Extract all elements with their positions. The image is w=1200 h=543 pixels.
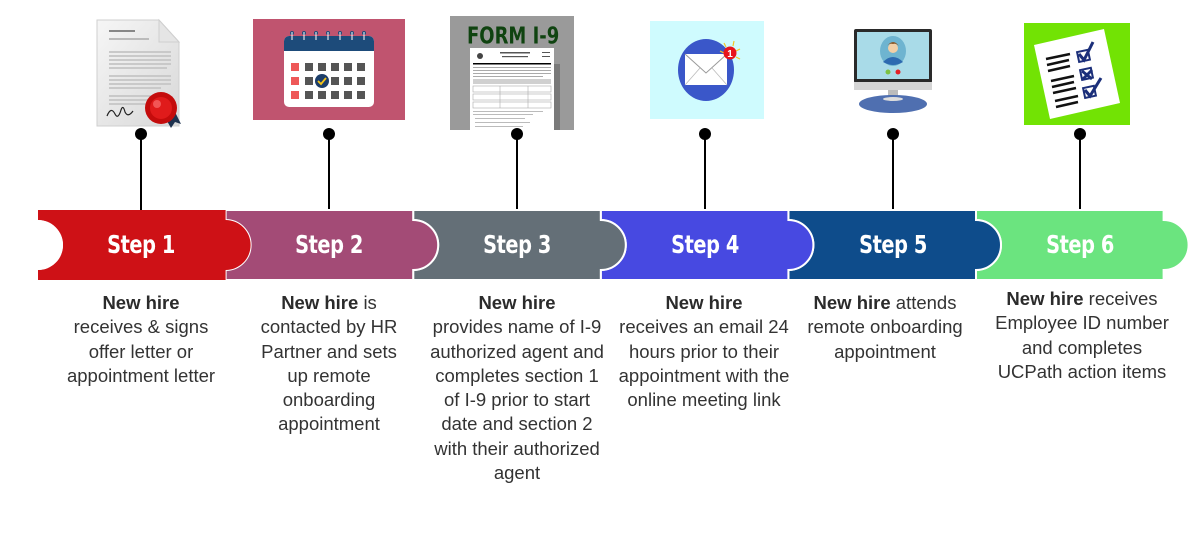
- step-6-description-subject: New hire: [1006, 288, 1084, 309]
- step-4-pin-line: [704, 134, 706, 210]
- step-5-icon-box: [852, 29, 936, 115]
- step-3-pin-line: [516, 134, 518, 210]
- checklist-icon: [1024, 23, 1130, 125]
- step-2-description-subject: New hire: [281, 292, 359, 313]
- step-3-label: Step 3: [483, 230, 551, 259]
- step-2-description-text: is contacted by HR Partner and sets up r…: [260, 292, 398, 435]
- step-2-pin-line: [328, 134, 330, 210]
- step-1-pin-line: [140, 134, 142, 210]
- step-1-icon-box: [77, 18, 205, 128]
- step-3-icon-box: FORM I-9: [450, 16, 574, 130]
- step-1-description-subject: New hire: [102, 292, 180, 313]
- video-call-monitor-icon: [854, 29, 932, 113]
- signed-document-with-seal-icon: [96, 18, 181, 128]
- step-3-description-text: provides name of I-9 authorized agent an…: [430, 316, 604, 484]
- step-4-label: Step 4: [671, 230, 739, 259]
- step-5-description: New hire attends remote onboarding appoi…: [800, 291, 970, 364]
- step-3-description: New hire provides name of I-9 authorized…: [427, 291, 607, 485]
- step-2-description: New hire is contacted by HR Partner and …: [249, 291, 409, 437]
- step-2-icon-box: [253, 19, 405, 120]
- email-badge-count: 1: [727, 49, 733, 60]
- step-4-description-text: receives an email 24 hours prior to thei…: [618, 316, 790, 411]
- onboarding-timeline: FORM I-9 1 Step 1 Step 2 Step 3 Step 4 S…: [0, 0, 1200, 543]
- step-1-description: New hire receives & signs offer letter o…: [53, 291, 229, 388]
- step-5-pin-line: [892, 134, 894, 210]
- step-6-description: New hire receives Employee ID number and…: [994, 287, 1170, 384]
- email-notification-icon: 1: [650, 21, 764, 119]
- step-6-icon-box: [1024, 23, 1130, 125]
- step-2-label: Step 2: [295, 230, 363, 259]
- step-3-description-subject: New hire: [478, 292, 556, 313]
- step-4-description: New hire receives an email 24 hours prio…: [614, 291, 794, 412]
- step-4-icon-box: 1: [650, 21, 764, 119]
- step-1-label: Step 1: [107, 230, 175, 259]
- step-6-pin-line: [1079, 134, 1081, 210]
- step-4-description-subject: New hire: [665, 292, 743, 313]
- calendar-icon: [253, 19, 405, 120]
- form-i9-icon: FORM I-9: [450, 16, 574, 130]
- step-6-label: Step 6: [1046, 230, 1114, 259]
- step-5-description-subject: New hire: [813, 292, 891, 313]
- step-1-description-text: receives & signs offer letter or appoint…: [66, 316, 216, 386]
- form-i9-title: FORM I-9: [467, 23, 559, 50]
- step-5-label: Step 5: [859, 230, 927, 259]
